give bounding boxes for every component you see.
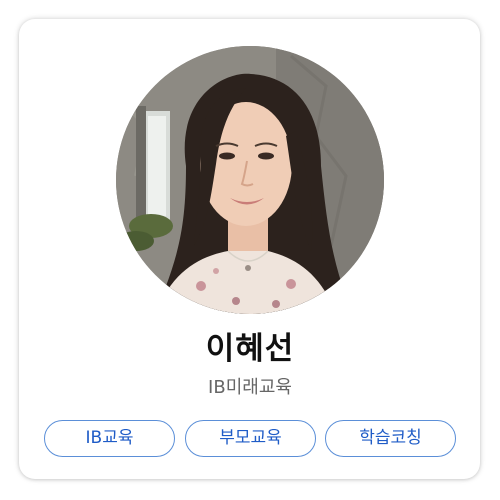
tag-parent-education-button[interactable]: 부모교육 [185,420,316,457]
tag-learning-coaching-button[interactable]: 학습코칭 [325,420,456,457]
profile-name: 이혜선 [205,331,295,367]
tag-ib-education-button[interactable]: IB교육 [44,420,175,457]
profile-photo [116,46,384,314]
profile-organization: IB미래교육 [208,377,292,398]
